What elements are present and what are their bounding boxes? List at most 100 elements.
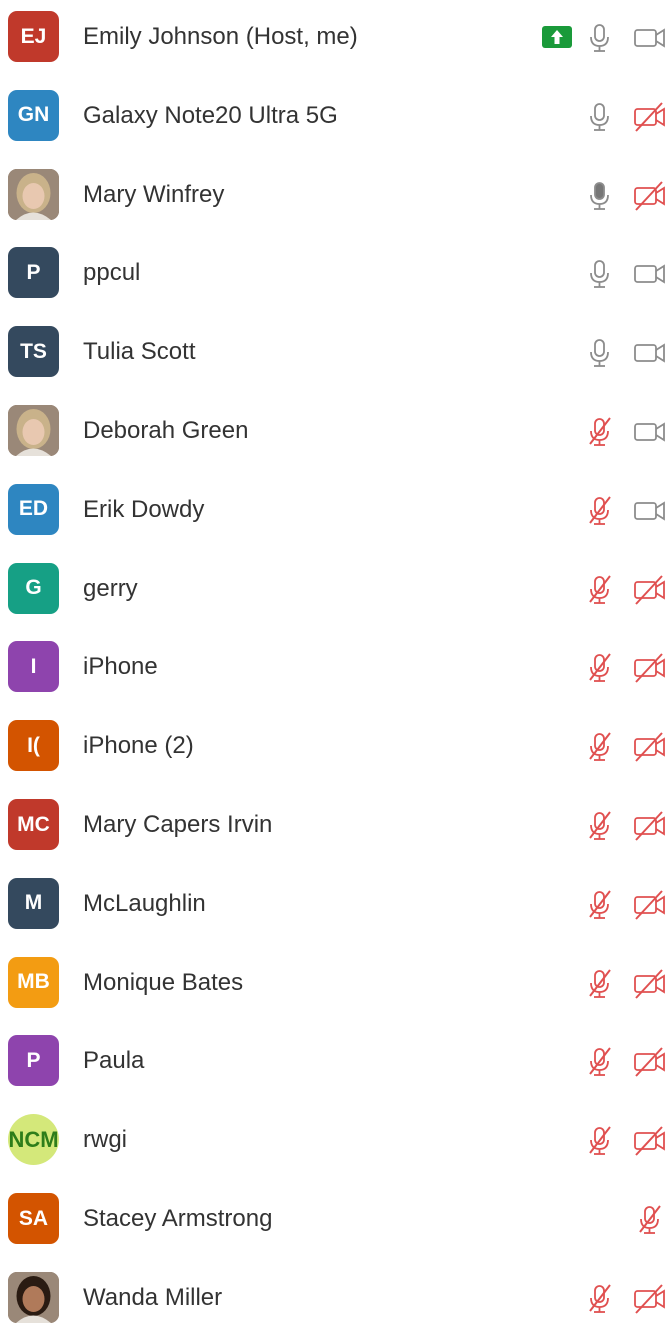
avatar: I( [8, 720, 59, 772]
microphone-icon[interactable] [582, 335, 618, 371]
video-off-icon[interactable] [632, 99, 665, 135]
avatar: MC [8, 799, 59, 850]
video-icon[interactable] [632, 493, 665, 529]
participant-name: rwgi [83, 1126, 128, 1154]
microphone-icon[interactable] [582, 20, 618, 56]
video-icon[interactable] [632, 256, 665, 292]
avatar-initials: I [30, 654, 37, 678]
video-off-icon[interactable] [632, 1044, 665, 1080]
mic-muted-icon[interactable] [582, 650, 618, 686]
avatar: SA [8, 1193, 59, 1244]
mic-muted-icon[interactable] [582, 493, 618, 529]
participant-name: Mary Capers Irvin [83, 811, 273, 838]
participant-name: Galaxy Note20 Ultra 5G [83, 101, 338, 129]
avatar [8, 405, 59, 456]
mic-muted-icon[interactable] [582, 887, 618, 923]
mic-muted-icon[interactable] [582, 1123, 618, 1159]
participant-status-icons [525, 20, 665, 56]
video-off-icon[interactable] [632, 1123, 665, 1159]
participant-row[interactable]: MC Mary Capers Irvin [0, 788, 665, 867]
video-off-icon[interactable] [632, 808, 665, 844]
avatar: NCM [8, 1114, 59, 1166]
participant-row[interactable]: ED Erik Dowdy [0, 473, 665, 552]
mic-muted-icon[interactable] [582, 572, 618, 608]
mic-muted-icon[interactable] [582, 729, 618, 765]
participant-name: Mary Winfrey [83, 180, 225, 208]
participant-name: Emily Johnson (Host, me) [83, 23, 358, 50]
participant-row[interactable]: MB Monique Bates [0, 946, 665, 1025]
participant-row[interactable]: Wanda Miller [0, 1261, 665, 1340]
participant-status-icons [525, 493, 665, 529]
participant-row[interactable]: P Paula [0, 1024, 665, 1103]
participant-row[interactable]: NCM rwgi [0, 1103, 665, 1182]
microphone-icon[interactable] [582, 256, 618, 292]
participant-row[interactable]: Deborah Green [0, 394, 665, 473]
participant-status-icons [525, 887, 665, 923]
participant-status-icons [525, 1123, 665, 1159]
avatar-initials: EJ [20, 24, 47, 48]
avatar-initials: P [26, 260, 41, 284]
avatar: P [8, 247, 59, 299]
video-off-icon[interactable] [632, 572, 665, 608]
participant-row[interactable]: Pppcul [0, 236, 665, 315]
participant-name: Tulia Scott [83, 338, 196, 366]
participant-row[interactable]: GN Galaxy Note20 Ultra 5G [0, 79, 665, 158]
video-off-icon[interactable] [632, 729, 665, 765]
video-icon[interactable] [632, 414, 665, 450]
video-icon[interactable] [632, 335, 665, 371]
participant-name: Monique Bates [83, 968, 244, 996]
participant-status-icons [525, 178, 665, 214]
avatar: I [8, 641, 59, 693]
mic-muted-icon[interactable] [582, 966, 618, 1002]
participant-name: Wanda Miller [83, 1283, 223, 1311]
participant-name: ppcul [83, 259, 141, 287]
participant-row[interactable]: Ggerry [0, 552, 665, 631]
avatar-initials: G [25, 576, 42, 600]
participant-status-icons [525, 414, 665, 450]
mic-muted-icon[interactable] [582, 1281, 618, 1317]
avatar-initials: P [26, 1048, 41, 1072]
participant-row[interactable]: TS Tulia Scott [0, 315, 665, 394]
participant-status-icons [525, 1044, 665, 1080]
video-off-icon[interactable] [632, 1281, 665, 1317]
participant-status-icons [525, 1202, 665, 1238]
avatar-initials: MC [17, 812, 50, 836]
participant-name: Stacey Armstrong [83, 1205, 273, 1232]
avatar: P [8, 1035, 59, 1087]
avatar-initials: M [24, 891, 43, 915]
avatar: MB [8, 956, 59, 1008]
participant-row[interactable]: IiPhone [0, 630, 665, 709]
participant-row[interactable]: I(iPhone (2) [0, 709, 665, 788]
participant-status-icons [525, 335, 665, 371]
video-off-icon[interactable] [632, 966, 665, 1002]
avatar: EJ [8, 11, 59, 62]
participant-row[interactable]: SA Stacey Armstrong [0, 1182, 665, 1261]
avatar: ED [8, 483, 59, 535]
participant-status-icons [525, 1281, 665, 1317]
avatar-initials: NCM [8, 1126, 59, 1152]
video-icon[interactable] [632, 20, 665, 56]
avatar [8, 1271, 59, 1323]
avatar: G [8, 562, 59, 614]
participant-name: gerry [83, 574, 138, 602]
mic-muted-icon[interactable] [632, 1202, 665, 1238]
avatar-initials: ED [18, 497, 49, 521]
avatar: GN [8, 89, 59, 141]
mic-muted-icon[interactable] [582, 414, 618, 450]
video-off-icon[interactable] [632, 178, 665, 214]
microphone-icon[interactable] [582, 178, 618, 214]
participant-name: Paula [83, 1047, 145, 1075]
microphone-icon[interactable] [582, 99, 618, 135]
mic-muted-icon[interactable] [582, 1044, 618, 1080]
participant-row[interactable]: EJ Emily Johnson (Host, me) [0, 0, 665, 79]
participant-name: iPhone [83, 653, 158, 681]
video-off-icon[interactable] [632, 887, 665, 923]
participant-status-icons [525, 572, 665, 608]
video-off-icon[interactable] [632, 650, 665, 686]
screen-share-icon [542, 26, 572, 48]
avatar-initials: TS [20, 339, 47, 363]
mic-muted-icon[interactable] [582, 808, 618, 844]
participant-row[interactable]: Mary Winfrey [0, 158, 665, 237]
participant-row[interactable]: M McLaughlin [0, 867, 665, 946]
participant-status-icons [525, 99, 665, 135]
